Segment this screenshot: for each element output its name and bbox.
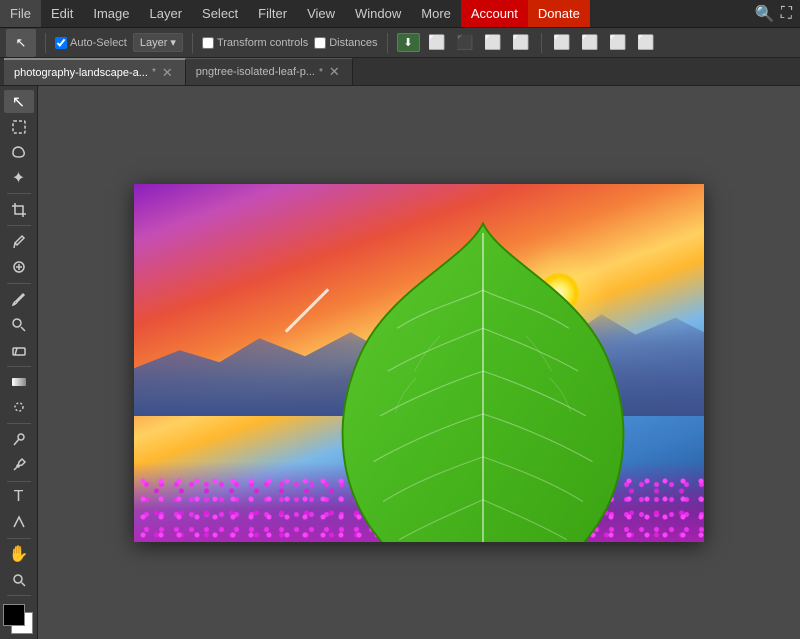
tool-separator-1	[7, 193, 31, 194]
tab-landscape[interactable]: photography-landscape-a... * ✕	[4, 58, 186, 85]
align-right-btn[interactable]: ⬜	[482, 32, 504, 54]
menu-edit[interactable]: Edit	[41, 0, 83, 27]
path-select-tool[interactable]	[4, 511, 34, 534]
transform-controls-label: Transform controls	[217, 37, 308, 49]
clone-tool[interactable]	[4, 313, 34, 336]
tool-separator-3	[7, 283, 31, 284]
menu-file[interactable]: File	[0, 0, 41, 27]
pen-tool[interactable]	[4, 453, 34, 476]
menu-more[interactable]: More	[411, 0, 461, 27]
auto-select-checkbox[interactable]: Auto-Select	[55, 37, 127, 49]
tool-separator-8	[7, 595, 31, 596]
auto-select-label: Auto-Select	[70, 37, 127, 49]
separator-3	[387, 33, 388, 53]
landscape-canvas	[134, 184, 704, 542]
tool-separator-7	[7, 538, 31, 539]
chevron-down-icon: ▾	[170, 36, 176, 49]
eyedropper-tool[interactable]	[4, 230, 34, 253]
tab-leaf-close[interactable]: ✕	[327, 64, 342, 80]
menu-view[interactable]: View	[297, 0, 345, 27]
magic-wand-tool[interactable]: ✦	[4, 166, 34, 189]
options-bar: ↖ Auto-Select Layer ▾ Transform controls…	[0, 28, 800, 58]
canvas-image	[134, 184, 704, 542]
separator-4	[541, 33, 542, 53]
menu-select[interactable]: Select	[192, 0, 248, 27]
search-icon[interactable]: 🔍	[755, 4, 775, 24]
tab-landscape-label: photography-landscape-a...	[14, 67, 148, 79]
menu-layer[interactable]: Layer	[140, 0, 193, 27]
separator-1	[45, 33, 46, 53]
canvas-area	[38, 86, 800, 639]
foreground-swatch[interactable]	[3, 604, 25, 626]
dodge-tool[interactable]	[4, 428, 34, 451]
hand-tool[interactable]: ✋	[4, 543, 34, 566]
tools-panel: ↖ ✦	[0, 86, 38, 639]
distribute-center-btn[interactable]: ⬜	[607, 32, 629, 54]
lasso-tool[interactable]	[4, 141, 34, 164]
blur-tool[interactable]	[4, 396, 34, 419]
zoom-tool[interactable]	[4, 568, 34, 591]
move-tool[interactable]: ↖	[4, 90, 34, 113]
tool-separator-5	[7, 423, 31, 424]
tool-separator-4	[7, 366, 31, 367]
transform-controls-checkbox[interactable]: Transform controls	[202, 37, 308, 49]
menu-image[interactable]: Image	[83, 0, 139, 27]
distribute-v-btn[interactable]: ⬜	[579, 32, 601, 54]
menu-bar: File Edit Image Layer Select Filter View…	[0, 0, 800, 28]
menu-filter[interactable]: Filter	[248, 0, 297, 27]
tab-leaf[interactable]: pngtree-isolated-leaf-p... * ✕	[186, 58, 353, 85]
eraser-tool[interactable]	[4, 338, 34, 361]
distances-checkbox[interactable]: Distances	[314, 37, 377, 49]
leaf-overlay	[323, 214, 643, 542]
crop-tool[interactable]	[4, 198, 34, 221]
tabs-bar: photography-landscape-a... * ✕ pngtree-i…	[0, 58, 800, 86]
tab-leaf-label: pngtree-isolated-leaf-p...	[196, 66, 315, 78]
align-top-btn[interactable]: ⬜	[510, 32, 532, 54]
gradient-tool[interactable]	[4, 370, 34, 393]
move-tool-btn[interactable]: ↖	[6, 29, 36, 57]
tool-separator-2	[7, 225, 31, 226]
healing-tool[interactable]	[4, 256, 34, 279]
align-center-h-btn[interactable]: ⬛	[454, 32, 476, 54]
menu-window[interactable]: Window	[345, 0, 411, 27]
distribute-h-btn[interactable]: ⬜	[551, 32, 573, 54]
color-swatches[interactable]	[3, 604, 35, 631]
fullscreen-icon[interactable]: ⛶	[781, 5, 792, 23]
tab-leaf-modified: *	[319, 67, 323, 78]
text-tool[interactable]: T	[4, 485, 34, 508]
tab-landscape-modified: *	[152, 67, 156, 78]
align-left-btn[interactable]: ⬜	[426, 32, 448, 54]
distribute-space-btn[interactable]: ⬜	[635, 32, 657, 54]
download-button[interactable]: ⬇	[397, 33, 420, 52]
layer-dropdown[interactable]: Layer ▾	[133, 33, 183, 52]
main-area: ↖ ✦	[0, 86, 800, 639]
distances-label: Distances	[329, 37, 377, 49]
brush-tool[interactable]	[4, 288, 34, 311]
menu-account[interactable]: Account	[461, 0, 528, 27]
separator-2	[192, 33, 193, 53]
tab-landscape-close[interactable]: ✕	[160, 65, 175, 81]
tool-separator-6	[7, 481, 31, 482]
marquee-tool[interactable]	[4, 115, 34, 138]
menu-donate[interactable]: Donate	[528, 0, 590, 27]
